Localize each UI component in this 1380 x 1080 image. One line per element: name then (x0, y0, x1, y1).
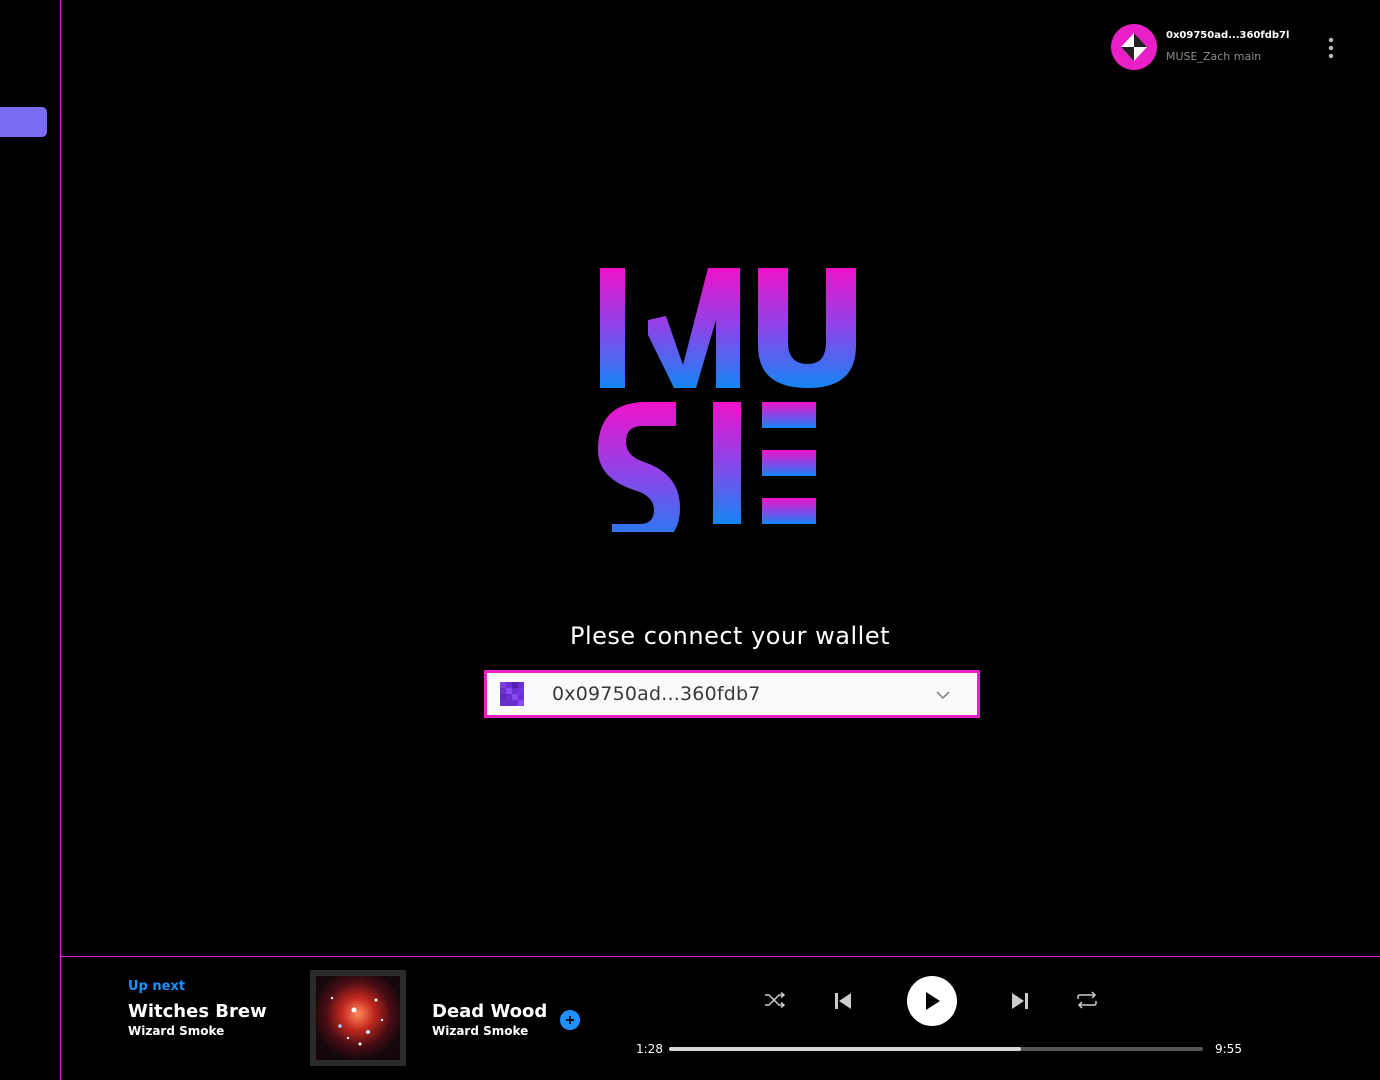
sidebar (0, 0, 61, 1080)
now-playing-title[interactable]: Dead Wood (432, 1001, 547, 1022)
player-bar: Up next Witches Brew Wizard Smoke Dead W… (61, 956, 1380, 1080)
connect-wallet-prompt: Plese connect your wallet (569, 622, 891, 650)
up-next-label: Up next (128, 979, 186, 994)
time-elapsed: 1:28 (636, 1042, 663, 1056)
add-to-library-button[interactable] (560, 1010, 580, 1030)
wallet-select-dropdown[interactable]: 0x09750ad...360fdb7 (484, 670, 980, 718)
previous-track-button[interactable] (832, 990, 854, 1012)
repeat-button[interactable] (1074, 989, 1100, 1011)
skip-next-icon (1012, 993, 1028, 1009)
plus-icon (566, 1016, 574, 1024)
progress-bar[interactable] (669, 1047, 1203, 1051)
account-header: 0x09750ad...360fdb7l MUSE_Zach main (1111, 24, 1289, 70)
account-name: MUSE_Zach main (1166, 50, 1262, 63)
ethereum-diamond-icon (1121, 33, 1147, 61)
next-track-button[interactable] (1009, 990, 1031, 1012)
progress-fill (669, 1047, 1022, 1051)
vertical-dots-icon (1328, 37, 1334, 59)
wallet-identicon-icon (500, 682, 524, 706)
muse-logo (590, 260, 875, 548)
account-avatar[interactable] (1111, 24, 1157, 70)
play-icon (926, 992, 940, 1010)
more-options-button[interactable] (1320, 36, 1342, 60)
up-next-track-title[interactable]: Witches Brew (128, 1001, 267, 1022)
selected-wallet-address: 0x09750ad...360fdb7 (552, 683, 761, 705)
shuffle-icon (765, 992, 786, 1008)
account-address: 0x09750ad...360fdb7l (1166, 30, 1290, 41)
time-total: 9:55 (1215, 1042, 1242, 1056)
play-button[interactable] (907, 976, 957, 1026)
shuffle-button[interactable] (762, 989, 788, 1011)
up-next-artist[interactable]: Wizard Smoke (128, 1024, 224, 1038)
album-art (310, 970, 406, 1066)
now-playing-artist[interactable]: Wizard Smoke (432, 1024, 528, 1038)
repeat-icon (1077, 991, 1097, 1009)
sidebar-active-item[interactable] (0, 107, 47, 137)
skip-previous-icon (835, 993, 851, 1009)
chevron-down-icon (936, 691, 950, 700)
account-info: 0x09750ad...360fdb7l MUSE_Zach main (1166, 29, 1289, 65)
